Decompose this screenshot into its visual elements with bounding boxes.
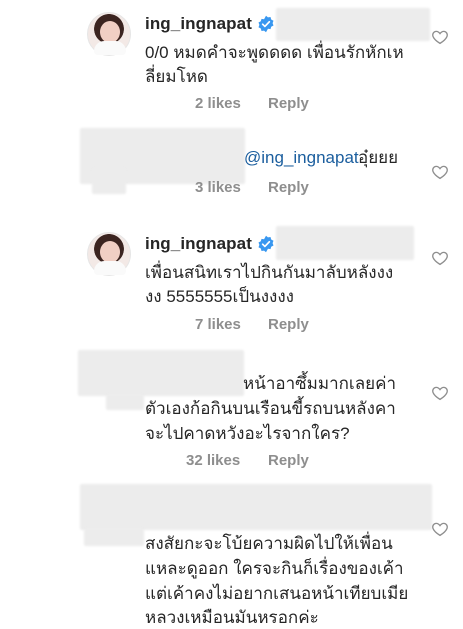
heart-outline-icon[interactable] bbox=[431, 520, 449, 538]
redacted-name bbox=[106, 394, 144, 410]
comment-text-line: สงสัยกะจะโบ้ยความผิดไปให้เพื่อน bbox=[145, 534, 393, 553]
mention-link[interactable]: @ing_ingnapat bbox=[244, 146, 359, 169]
verified-badge-icon bbox=[258, 235, 274, 253]
reply-button[interactable]: Reply bbox=[268, 95, 309, 112]
redacted-name bbox=[276, 8, 430, 41]
comment-text-line: หน้าอาซึ้มมากเลยค่า bbox=[243, 374, 397, 393]
heart-outline-icon[interactable] bbox=[431, 163, 449, 181]
comment-username[interactable]: ing_ingnapat bbox=[145, 234, 252, 254]
comment-text-line: แหละดูออก ใครจะกินก็เรื่องของเค้า bbox=[145, 559, 404, 578]
reply-button[interactable]: Reply bbox=[268, 179, 309, 196]
redacted-avatar-and-name bbox=[78, 350, 244, 396]
redacted-name bbox=[84, 528, 144, 546]
reply-button[interactable]: Reply bbox=[268, 452, 309, 469]
comment-text-line: เพื่อนสนิทเราไปกินกันมาลับหลังงง bbox=[145, 263, 394, 282]
comment-text-line: จะไปคาดหวังอะไรจากใคร? bbox=[145, 424, 350, 443]
heart-outline-icon[interactable] bbox=[431, 384, 449, 402]
comment-text-line: อุ๋ยยย bbox=[358, 148, 399, 167]
comment-text-line: หลวงเหมือนมันหรอกค่ะ bbox=[145, 608, 319, 627]
redacted-name bbox=[276, 226, 414, 260]
likes-count[interactable]: 7 likes bbox=[195, 316, 241, 333]
comment-item: สงสัยกะจะโบ้ยความผิดไปให้เพื่อน แหละดูออ… bbox=[0, 480, 463, 628]
comment-username[interactable]: ing_ingnapat bbox=[145, 14, 252, 34]
comment-text-line: งง 5555555เป็นงงงง bbox=[145, 287, 294, 306]
comment-item: @ing_ingnapat อุ๋ยยย 3 likes Reply bbox=[0, 128, 463, 220]
comment-item: ing_ingnapat เพื่อนสนิทเราไปกินกันมาลับห… bbox=[0, 220, 463, 350]
likes-count[interactable]: 3 likes bbox=[195, 179, 241, 196]
verified-badge-icon bbox=[258, 15, 274, 33]
likes-count[interactable]: 32 likes bbox=[186, 452, 240, 469]
avatar[interactable] bbox=[87, 232, 131, 276]
comment-text-line: 0/0 หมดคำจะพูดดดด เพื่อนรักหักเห bbox=[145, 43, 404, 62]
likes-count[interactable]: 2 likes bbox=[195, 95, 241, 112]
avatar[interactable] bbox=[87, 12, 131, 56]
comment-text-line: ตัวเองก้อกินบนเรือนขี้รถบนหลังคา bbox=[145, 399, 396, 418]
reply-button[interactable]: Reply bbox=[268, 316, 309, 333]
heart-outline-icon[interactable] bbox=[431, 28, 449, 46]
comment-item: หน้าอาซึ้มมากเลยค่า ตัวเองก้อกินบนเรือนข… bbox=[0, 350, 463, 480]
comment-item: ing_ingnapat 0/0 หมดคำจะพูดดดด เพื่อนรัก… bbox=[0, 0, 463, 128]
comment-text-line: แต่เค้าคงไม่อยากเสนอหน้าเทียบเมีย bbox=[145, 584, 409, 603]
redacted-avatar-and-name bbox=[80, 484, 432, 530]
redacted-name bbox=[92, 168, 126, 194]
heart-outline-icon[interactable] bbox=[431, 249, 449, 267]
comment-text-line: ลี่ยมโหด bbox=[145, 67, 208, 86]
